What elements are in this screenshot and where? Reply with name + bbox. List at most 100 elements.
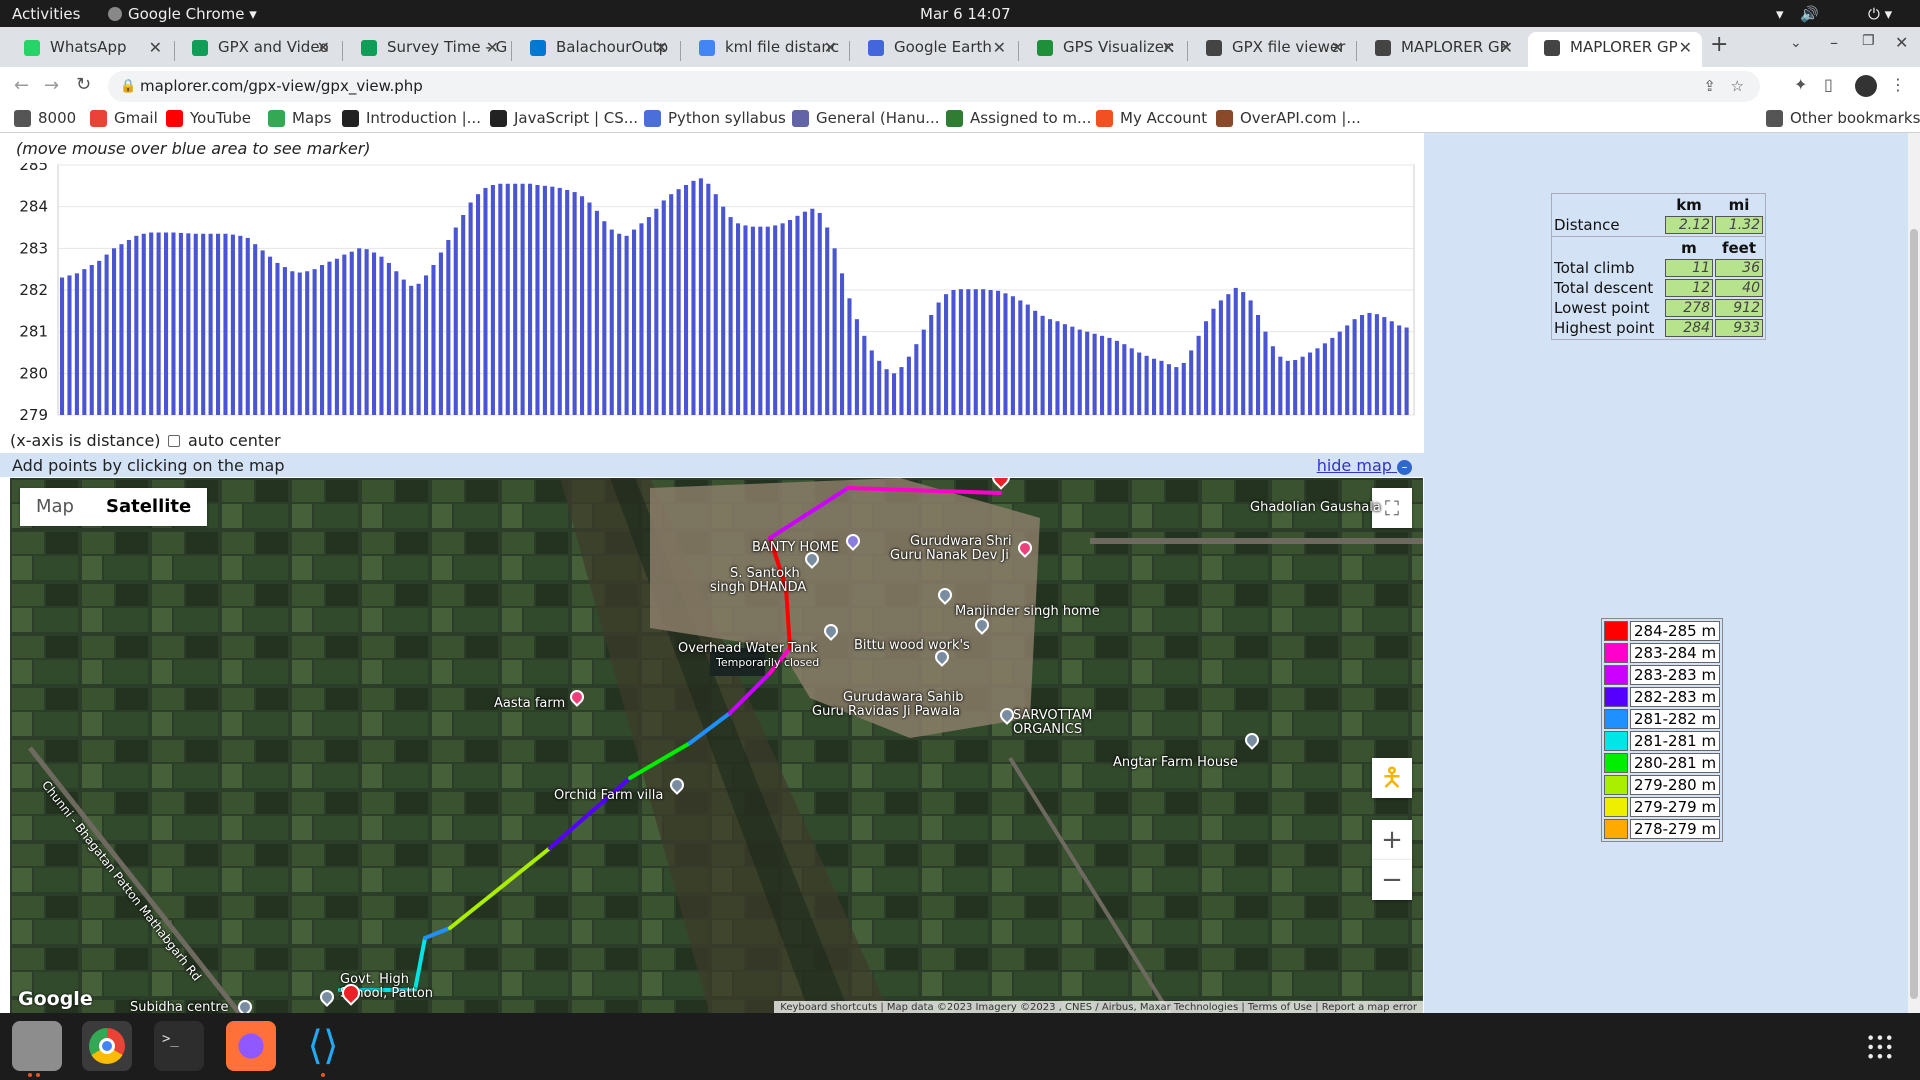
- elevation-bar[interactable]: [461, 215, 466, 415]
- elevation-bar[interactable]: [780, 223, 785, 415]
- elevation-bar[interactable]: [141, 233, 146, 415]
- map-label[interactable]: Aasta farm: [494, 696, 565, 711]
- elevation-bar[interactable]: [238, 235, 243, 415]
- elevation-bar[interactable]: [342, 254, 347, 415]
- extensions-icon[interactable]: ✦: [1794, 75, 1807, 94]
- avatar[interactable]: [1855, 75, 1877, 97]
- bookmark-3[interactable]: YouTube: [166, 109, 251, 127]
- elevation-bar[interactable]: [468, 202, 473, 416]
- elevation-bar[interactable]: [1397, 325, 1402, 415]
- map-label[interactable]: Angtar Farm House: [1113, 755, 1238, 770]
- show-apps-icon[interactable]: [1866, 1033, 1894, 1061]
- tab-close-icon[interactable]: ✕: [149, 32, 162, 63]
- elevation-bar[interactable]: [1278, 356, 1283, 415]
- elevation-bar[interactable]: [1211, 308, 1216, 415]
- elevation-bar[interactable]: [1122, 344, 1127, 415]
- elevation-bar[interactable]: [914, 344, 919, 415]
- elevation-bar[interactable]: [1129, 348, 1134, 415]
- elevation-bar[interactable]: [178, 232, 183, 415]
- elevation-bar[interactable]: [438, 252, 443, 416]
- tab-close-icon[interactable]: ✕: [824, 32, 837, 63]
- map-label[interactable]: BANTY HOME: [752, 540, 839, 555]
- tab-close-icon[interactable]: ✕: [317, 32, 330, 63]
- bookmark-6[interactable]: JavaScript | CS...: [490, 109, 638, 127]
- elevation-bar[interactable]: [1166, 364, 1171, 415]
- map-label[interactable]: Subidha centre: [130, 1000, 228, 1014]
- elevation-bar[interactable]: [1144, 355, 1149, 415]
- elevation-bar[interactable]: [587, 202, 592, 416]
- elevation-bar[interactable]: [126, 240, 131, 415]
- hide-map-link[interactable]: hide map –: [1317, 456, 1412, 475]
- elevation-bar[interactable]: [565, 190, 570, 415]
- close-window-button[interactable]: ✕: [1895, 33, 1908, 52]
- elevation-bar[interactable]: [721, 206, 726, 415]
- elevation-bar[interactable]: [327, 261, 332, 415]
- elevation-bar[interactable]: [379, 256, 384, 415]
- zoom-in-button[interactable]: +: [1372, 820, 1412, 860]
- bookmark-9[interactable]: Assigned to m...: [946, 109, 1091, 127]
- elevation-bar[interactable]: [446, 240, 451, 415]
- elevation-bar[interactable]: [624, 235, 629, 415]
- elevation-bar[interactable]: [1018, 300, 1023, 415]
- bookmark-10[interactable]: My Account: [1096, 109, 1207, 127]
- elevation-bar[interactable]: [424, 275, 429, 415]
- elevation-bar[interactable]: [1204, 321, 1209, 415]
- elevation-bar[interactable]: [320, 265, 325, 415]
- elevation-bar[interactable]: [981, 289, 986, 415]
- elevation-bar[interactable]: [349, 251, 354, 415]
- elevation-bar[interactable]: [988, 290, 993, 415]
- elevation-bar[interactable]: [743, 225, 748, 415]
- elevation-bar[interactable]: [958, 289, 963, 415]
- activities-button[interactable]: Activities: [12, 5, 80, 23]
- map-label[interactable]: SARVOTTAM: [1013, 708, 1092, 723]
- elevation-bar[interactable]: [906, 356, 911, 415]
- elevation-bar[interactable]: [542, 185, 547, 415]
- elevation-bar[interactable]: [82, 269, 87, 415]
- scrollbar-thumb[interactable]: [1910, 229, 1918, 999]
- elevation-bar[interactable]: [1360, 315, 1365, 415]
- elevation-bar[interactable]: [1003, 293, 1008, 415]
- elevation-bar[interactable]: [1300, 356, 1305, 415]
- terminal-app-icon[interactable]: >_: [154, 1021, 204, 1071]
- elevation-bar[interactable]: [164, 232, 169, 416]
- elevation-bar[interactable]: [1055, 321, 1060, 415]
- elevation-bar[interactable]: [706, 183, 711, 415]
- side-panel-icon[interactable]: ▯: [1824, 75, 1833, 94]
- elevation-bar[interactable]: [966, 289, 971, 415]
- map-label[interactable]: ORGANICS: [1013, 722, 1082, 737]
- elevation-bar[interactable]: [1033, 310, 1038, 415]
- elevation-bar[interactable]: [119, 244, 124, 415]
- elevation-chart[interactable]: 285 284 283 282 281 280 279: [0, 163, 1424, 433]
- elevation-bar[interactable]: [60, 277, 65, 416]
- elevation-bar[interactable]: [528, 183, 533, 415]
- elevation-bar[interactable]: [223, 233, 228, 415]
- tab-1[interactable]: WhatsApp ✕: [8, 32, 172, 67]
- elevation-bar[interactable]: [268, 256, 273, 415]
- map-type-map-button[interactable]: Map: [20, 488, 90, 526]
- elevation-bar[interactable]: [1174, 367, 1179, 415]
- elevation-bar[interactable]: [1100, 335, 1105, 415]
- reload-icon[interactable]: ↻: [76, 74, 91, 95]
- elevation-bar[interactable]: [1404, 327, 1409, 416]
- wifi-icon[interactable]: ▾: [1776, 5, 1784, 23]
- elevation-bar[interactable]: [282, 267, 287, 415]
- elevation-bar[interactable]: [312, 269, 317, 415]
- elevation-bar[interactable]: [89, 265, 94, 415]
- elevation-bar[interactable]: [884, 369, 889, 415]
- map-label[interactable]: Temporarily closed: [716, 656, 819, 669]
- street-view-pegman-icon[interactable]: 🯅: [1372, 758, 1412, 798]
- map-label[interactable]: Gurudwara Shri: [910, 534, 1012, 549]
- map-label[interactable]: Guru Nanak Dev Ji: [890, 548, 1009, 563]
- elevation-bar[interactable]: [713, 194, 718, 415]
- map-type-satellite-button[interactable]: Satellite: [90, 488, 207, 526]
- elevation-bar[interactable]: [193, 233, 198, 415]
- elevation-bar[interactable]: [1374, 314, 1379, 415]
- elevation-bar[interactable]: [535, 185, 540, 415]
- elevation-bar[interactable]: [684, 185, 689, 415]
- elevation-bar[interactable]: [639, 223, 644, 415]
- elevation-bar[interactable]: [245, 237, 250, 415]
- elevation-bar[interactable]: [758, 226, 763, 415]
- elevation-bar[interactable]: [1181, 362, 1186, 415]
- elevation-bar[interactable]: [401, 279, 406, 415]
- bookmark-5[interactable]: Introduction |...: [342, 109, 481, 127]
